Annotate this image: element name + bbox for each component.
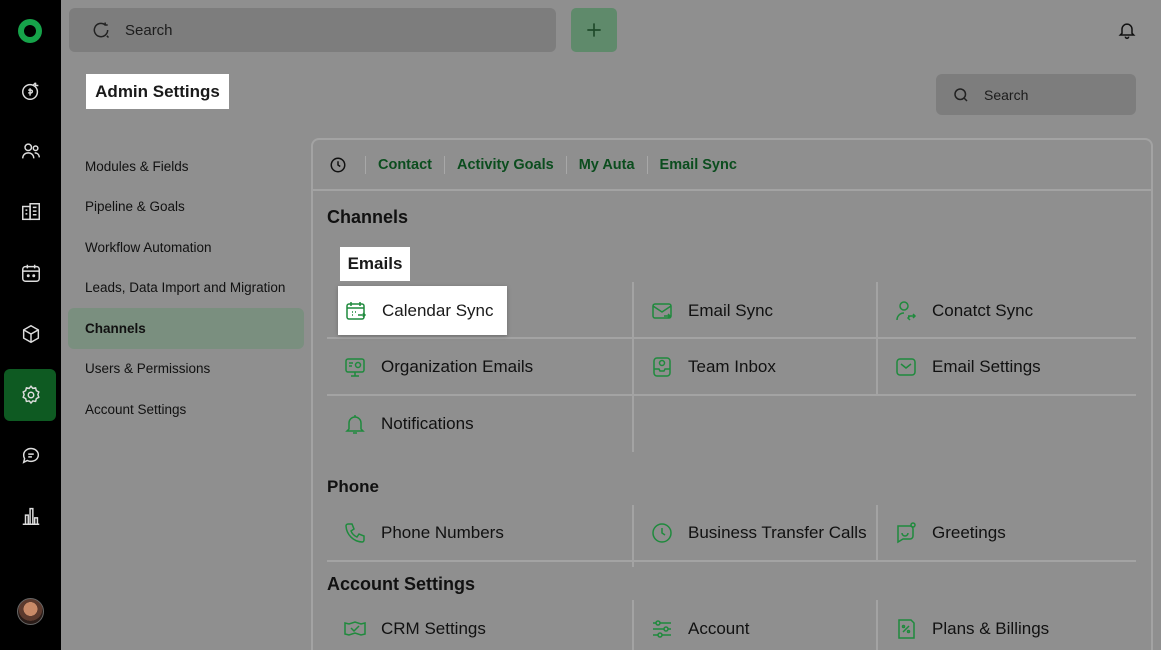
email-sync-label: Email Sync [688,301,774,320]
settings-sidebar: Modules & Fields Pipeline & Goals Workfl… [68,146,304,430]
team-inbox-item[interactable]: Team Inbox [634,339,776,395]
channels-title: Channels [327,207,409,227]
search-icon [954,87,968,102]
business-transfer-calls-label: Business Transfer Calls [688,523,867,542]
nav-channels[interactable]: Channels [68,308,304,349]
settings-icon[interactable] [0,370,61,420]
tab-activity-goals[interactable]: Activity Goals [443,155,566,174]
deals-icon[interactable] [0,66,61,116]
crm-settings-item[interactable]: CRM Settings [327,601,486,650]
crm-settings-label: CRM Settings [381,619,486,638]
notifications-label: Notifications [381,414,474,433]
nav-workflow-automation[interactable]: Workflow Automation [68,227,304,268]
company-icon[interactable] [0,187,61,237]
nav-users-permissions[interactable]: Users & Permissions [68,349,304,390]
history-clock-icon [329,156,347,174]
contact-sync-icon [896,301,917,321]
nav-modules-fields[interactable]: Modules & Fields [68,146,304,187]
crm-settings-icon [344,621,366,636]
add-button[interactable] [571,8,617,52]
notifications-bell-icon[interactable] [1117,20,1137,45]
user-avatar[interactable] [17,598,44,625]
recent-tabs: Contact Activity Goals My Auta Email Syn… [313,140,1151,191]
top-bar: Search [61,0,1161,61]
emails-section-title: Emails [340,247,410,281]
plans-billings-item[interactable]: Plans & Billings [878,601,1049,650]
tab-my-auta[interactable]: My Auta [565,155,647,174]
organization-emails-item[interactable]: Organization Emails [327,339,533,395]
app-rail [0,0,61,650]
phone-icon [345,523,365,543]
nav-account-settings[interactable]: Account Settings [68,389,304,430]
tab-contact[interactable]: Contact [365,155,444,174]
account-label: Account [688,619,750,638]
phone-numbers-item[interactable]: Phone Numbers [327,505,504,561]
reports-icon[interactable] [0,491,61,541]
clock-icon [652,523,672,543]
contact-sync-item[interactable]: Conatct Sync [878,283,1033,339]
calendar-sync-label: Calendar Sync [382,300,494,320]
page-title: Admin Settings [86,74,229,109]
nav-leads-import[interactable]: Leads, Data Import and Migration [68,268,304,309]
notification-bell-icon [345,415,365,434]
contact-sync-label: Conatct Sync [932,301,1034,320]
organization-emails-label: Organization Emails [381,357,534,376]
plans-billings-icon [898,619,915,639]
nav-pipeline-goals[interactable]: Pipeline & Goals [68,187,304,228]
plus-icon [587,23,601,37]
email-settings-icon [896,358,916,376]
email-settings-label: Email Settings [932,357,1041,376]
products-icon[interactable] [0,309,61,359]
greetings-item[interactable]: Greetings [878,505,1006,561]
organization-emails-icon [345,358,365,377]
calendar-sync-item[interactable]: Calendar Sync [338,286,507,335]
phone-section-title: Phone [327,477,379,496]
calendar-sync-icon [346,301,367,320]
account-settings-section-title: Account Settings [327,574,476,594]
team-inbox-label: Team Inbox [688,357,776,376]
chat-icon[interactable] [0,430,61,480]
tab-email-sync[interactable]: Email Sync [646,155,749,174]
contacts-icon[interactable] [0,126,61,176]
app-logo-icon[interactable] [18,19,42,43]
settings-search-input[interactable]: Search [936,74,1136,115]
phone-numbers-label: Phone Numbers [381,523,504,542]
global-search-input[interactable]: Search [69,8,556,52]
team-inbox-icon [653,357,671,377]
search-refresh-icon [93,22,110,39]
business-transfer-calls-item[interactable]: Business Transfer Calls [634,505,867,561]
settings-search-placeholder: Search [984,86,1029,103]
global-search-placeholder: Search [125,21,173,39]
notifications-item[interactable]: Notifications [327,396,474,452]
plans-billings-label: Plans & Billings [932,619,1050,638]
greetings-chat-icon [897,522,916,544]
email-sync-item[interactable]: Email Sync [634,283,773,339]
account-sliders-icon [653,620,671,638]
calendar-icon[interactable] [0,248,61,298]
account-item[interactable]: Account [634,601,749,650]
email-sync-icon [652,303,672,319]
greetings-label: Greetings [932,523,1006,542]
email-settings-item[interactable]: Email Settings [878,339,1041,395]
